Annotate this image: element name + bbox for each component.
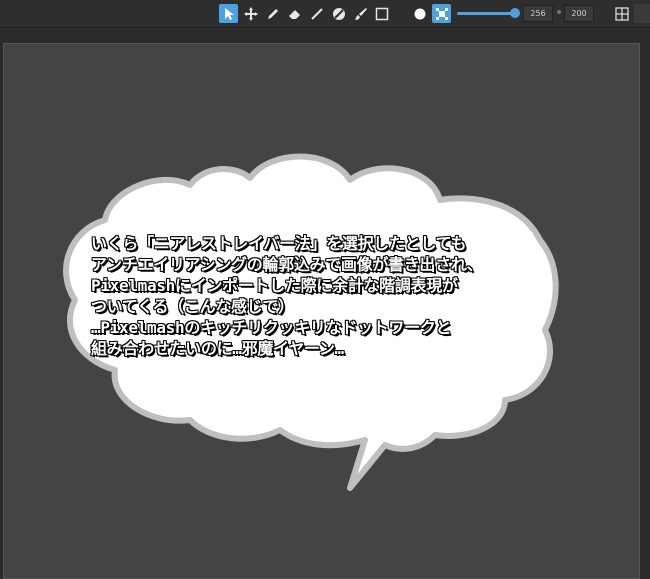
rect-tool-button[interactable] <box>372 4 391 23</box>
bubble-line: 組み合わせたいのに…邪魔イヤーン… <box>91 339 344 358</box>
pencil-tool-button[interactable] <box>263 4 282 23</box>
bubble-text: いくら「ニアレストレイバー法」を選択したとしても アンチエイリアシングの輪郭込み… <box>91 233 561 359</box>
eraser-icon <box>288 9 300 19</box>
width-field[interactable]: 256 <box>523 5 553 22</box>
slider-fill <box>457 12 515 15</box>
line-tool-button[interactable] <box>307 4 326 23</box>
move-tool-button[interactable] <box>241 4 260 23</box>
pixel-grid-icon <box>435 7 448 20</box>
top-toolbar: 256 200 <box>0 0 650 28</box>
brush-size-slider[interactable] <box>457 12 515 15</box>
circle-icon <box>414 8 425 19</box>
select-tool-button[interactable] <box>219 4 238 23</box>
slider-thumb[interactable] <box>510 8 520 18</box>
grid-toggle-button[interactable] <box>612 4 632 23</box>
separator-dot <box>557 10 561 14</box>
brush-icon <box>354 7 367 20</box>
pencil-icon <box>267 8 278 19</box>
brush-tool-button[interactable] <box>351 4 370 23</box>
square-icon <box>375 7 388 20</box>
panel-toggle-button[interactable] <box>634 4 650 23</box>
eraser-tool-button[interactable] <box>285 4 304 23</box>
pixel-brush-button[interactable] <box>432 4 451 23</box>
circle-brush-button[interactable] <box>410 4 429 23</box>
arrow-icon <box>224 7 234 20</box>
bubble-line: アンチエイリアシングの輪郭込みで画像が書き出され、 <box>91 255 483 274</box>
height-field[interactable]: 200 <box>564 5 594 22</box>
line-icon <box>310 7 323 20</box>
no-aa-tool-button[interactable] <box>329 4 348 23</box>
bubble-line: Pixelmashにインポートした際に余計な階調表現が <box>91 276 458 295</box>
prohibit-icon <box>332 7 345 20</box>
bubble-line: ついてくる（こんな感じで） <box>91 297 294 316</box>
grid-icon <box>615 6 629 21</box>
bubble-line: …Pixelmashのキッチリクッキリなドットワークと <box>91 318 452 337</box>
bubble-line: いくら「ニアレストレイバー法」を選択したとしても <box>91 234 467 253</box>
move-icon <box>243 6 258 21</box>
